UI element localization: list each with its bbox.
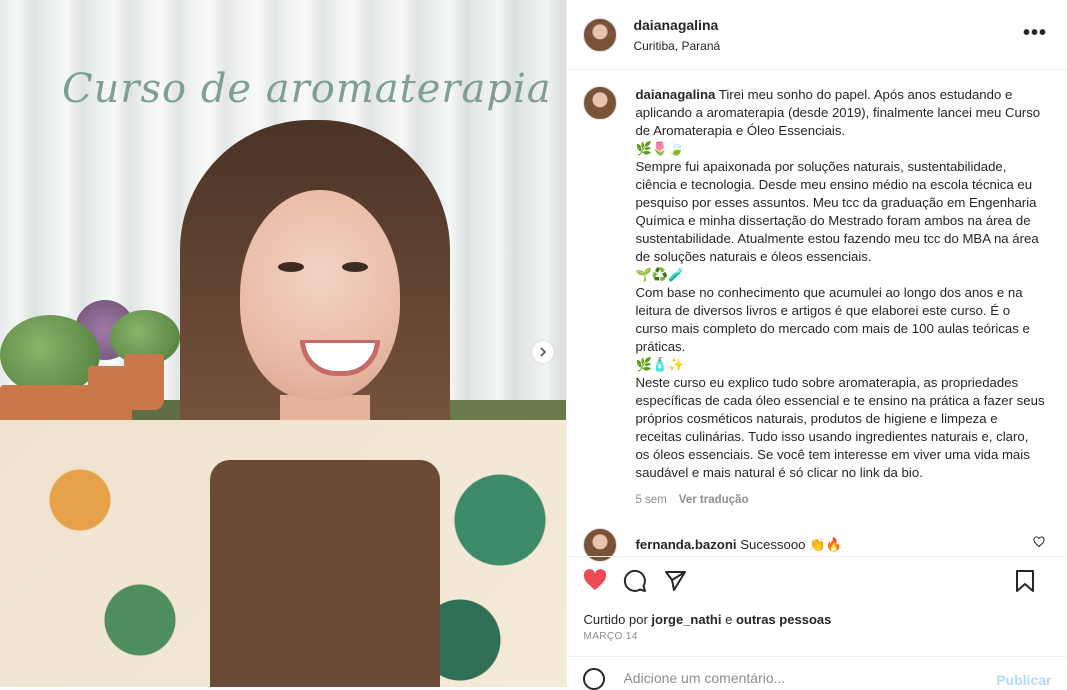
header-text: daianagalina Curitiba, Paraná: [633, 17, 720, 53]
comment-icon[interactable]: [623, 569, 647, 598]
post-header: daianagalina Curitiba, Paraná •••: [567, 0, 1067, 70]
caption-paragraph: daianagalina Tirei meu sonho do papel. A…: [635, 86, 1045, 140]
heart-filled-icon[interactable]: [583, 569, 607, 596]
media-overlay-title: Curso de aromaterapia: [62, 66, 552, 112]
post-date[interactable]: MARÇO 14: [583, 631, 637, 642]
likes-others[interactable]: outras pessoas: [736, 612, 831, 627]
caption: daianagalina Tirei meu sonho do papel. A…: [567, 70, 1067, 509]
caption-username[interactable]: daianagalina: [635, 87, 715, 102]
caption-paragraph: Sempre fui apaixonada por soluções natur…: [635, 159, 1039, 264]
caption-paragraph: 🌿🌷🍃: [635, 141, 685, 156]
likes-summary: Curtido por jorge_nathi e outras pessoas: [583, 612, 831, 627]
caption-paragraph: 🌿🧴✨: [635, 357, 685, 372]
heart-outline-icon[interactable]: [1033, 536, 1045, 551]
right-eye: [342, 262, 368, 272]
more-horizontal-icon[interactable]: •••: [1023, 22, 1047, 45]
avatar[interactable]: [583, 17, 618, 52]
caption-meta: 5 sem Ver tradução: [635, 491, 1045, 509]
comment-text: Sucessooo 👏🔥: [740, 537, 843, 552]
chevron-right-icon[interactable]: [532, 341, 554, 363]
smiley-icon[interactable]: [583, 667, 606, 690]
add-comment-bar: Publicar: [567, 656, 1067, 690]
pot-right: [124, 354, 164, 410]
header-username[interactable]: daianagalina: [633, 17, 720, 33]
caption-body: daianagalina Tirei meu sonho do papel. A…: [635, 86, 1045, 509]
action-bar: [567, 556, 1067, 607]
plant-left: [0, 315, 100, 395]
header-location[interactable]: Curitiba, Paraná: [633, 39, 720, 53]
comment-input[interactable]: [621, 668, 986, 687]
post-image[interactable]: Curso de aromaterapia: [0, 0, 567, 687]
publish-button[interactable]: Publicar: [996, 672, 1051, 688]
caption-avatar[interactable]: [583, 86, 618, 120]
caption-paragraph: Com base no conhecimento que acumulei ao…: [635, 285, 1030, 354]
caption-paragraph: 🌱♻️🧪: [635, 267, 685, 282]
caption-paragraph: Neste curso eu explico tudo sobre aromat…: [635, 375, 1045, 480]
translate-link[interactable]: Ver tradução: [679, 494, 749, 506]
likes-connector: e: [725, 612, 733, 627]
likes-prefix: Curtido por: [583, 612, 648, 627]
post-side-panel: daianagalina Curitiba, Paraná ••• daiana…: [566, 0, 1067, 690]
left-eye: [278, 262, 304, 272]
send-icon[interactable]: [663, 569, 687, 598]
likes-user[interactable]: jorge_nathi: [651, 612, 721, 627]
caption-time[interactable]: 5 sem: [635, 494, 666, 506]
bookmark-icon[interactable]: [1013, 569, 1037, 598]
comment-username[interactable]: fernanda.bazoni: [635, 537, 736, 552]
post-dialog: Curso de aromaterapia daianagalina Curit…: [0, 0, 1067, 690]
hair-front: [210, 460, 440, 687]
comments-scroll-area[interactable]: daianagalina Tirei meu sonho do papel. A…: [567, 70, 1067, 510]
comment-text-wrap: fernanda.bazoni Sucessooo 👏🔥: [635, 537, 842, 553]
